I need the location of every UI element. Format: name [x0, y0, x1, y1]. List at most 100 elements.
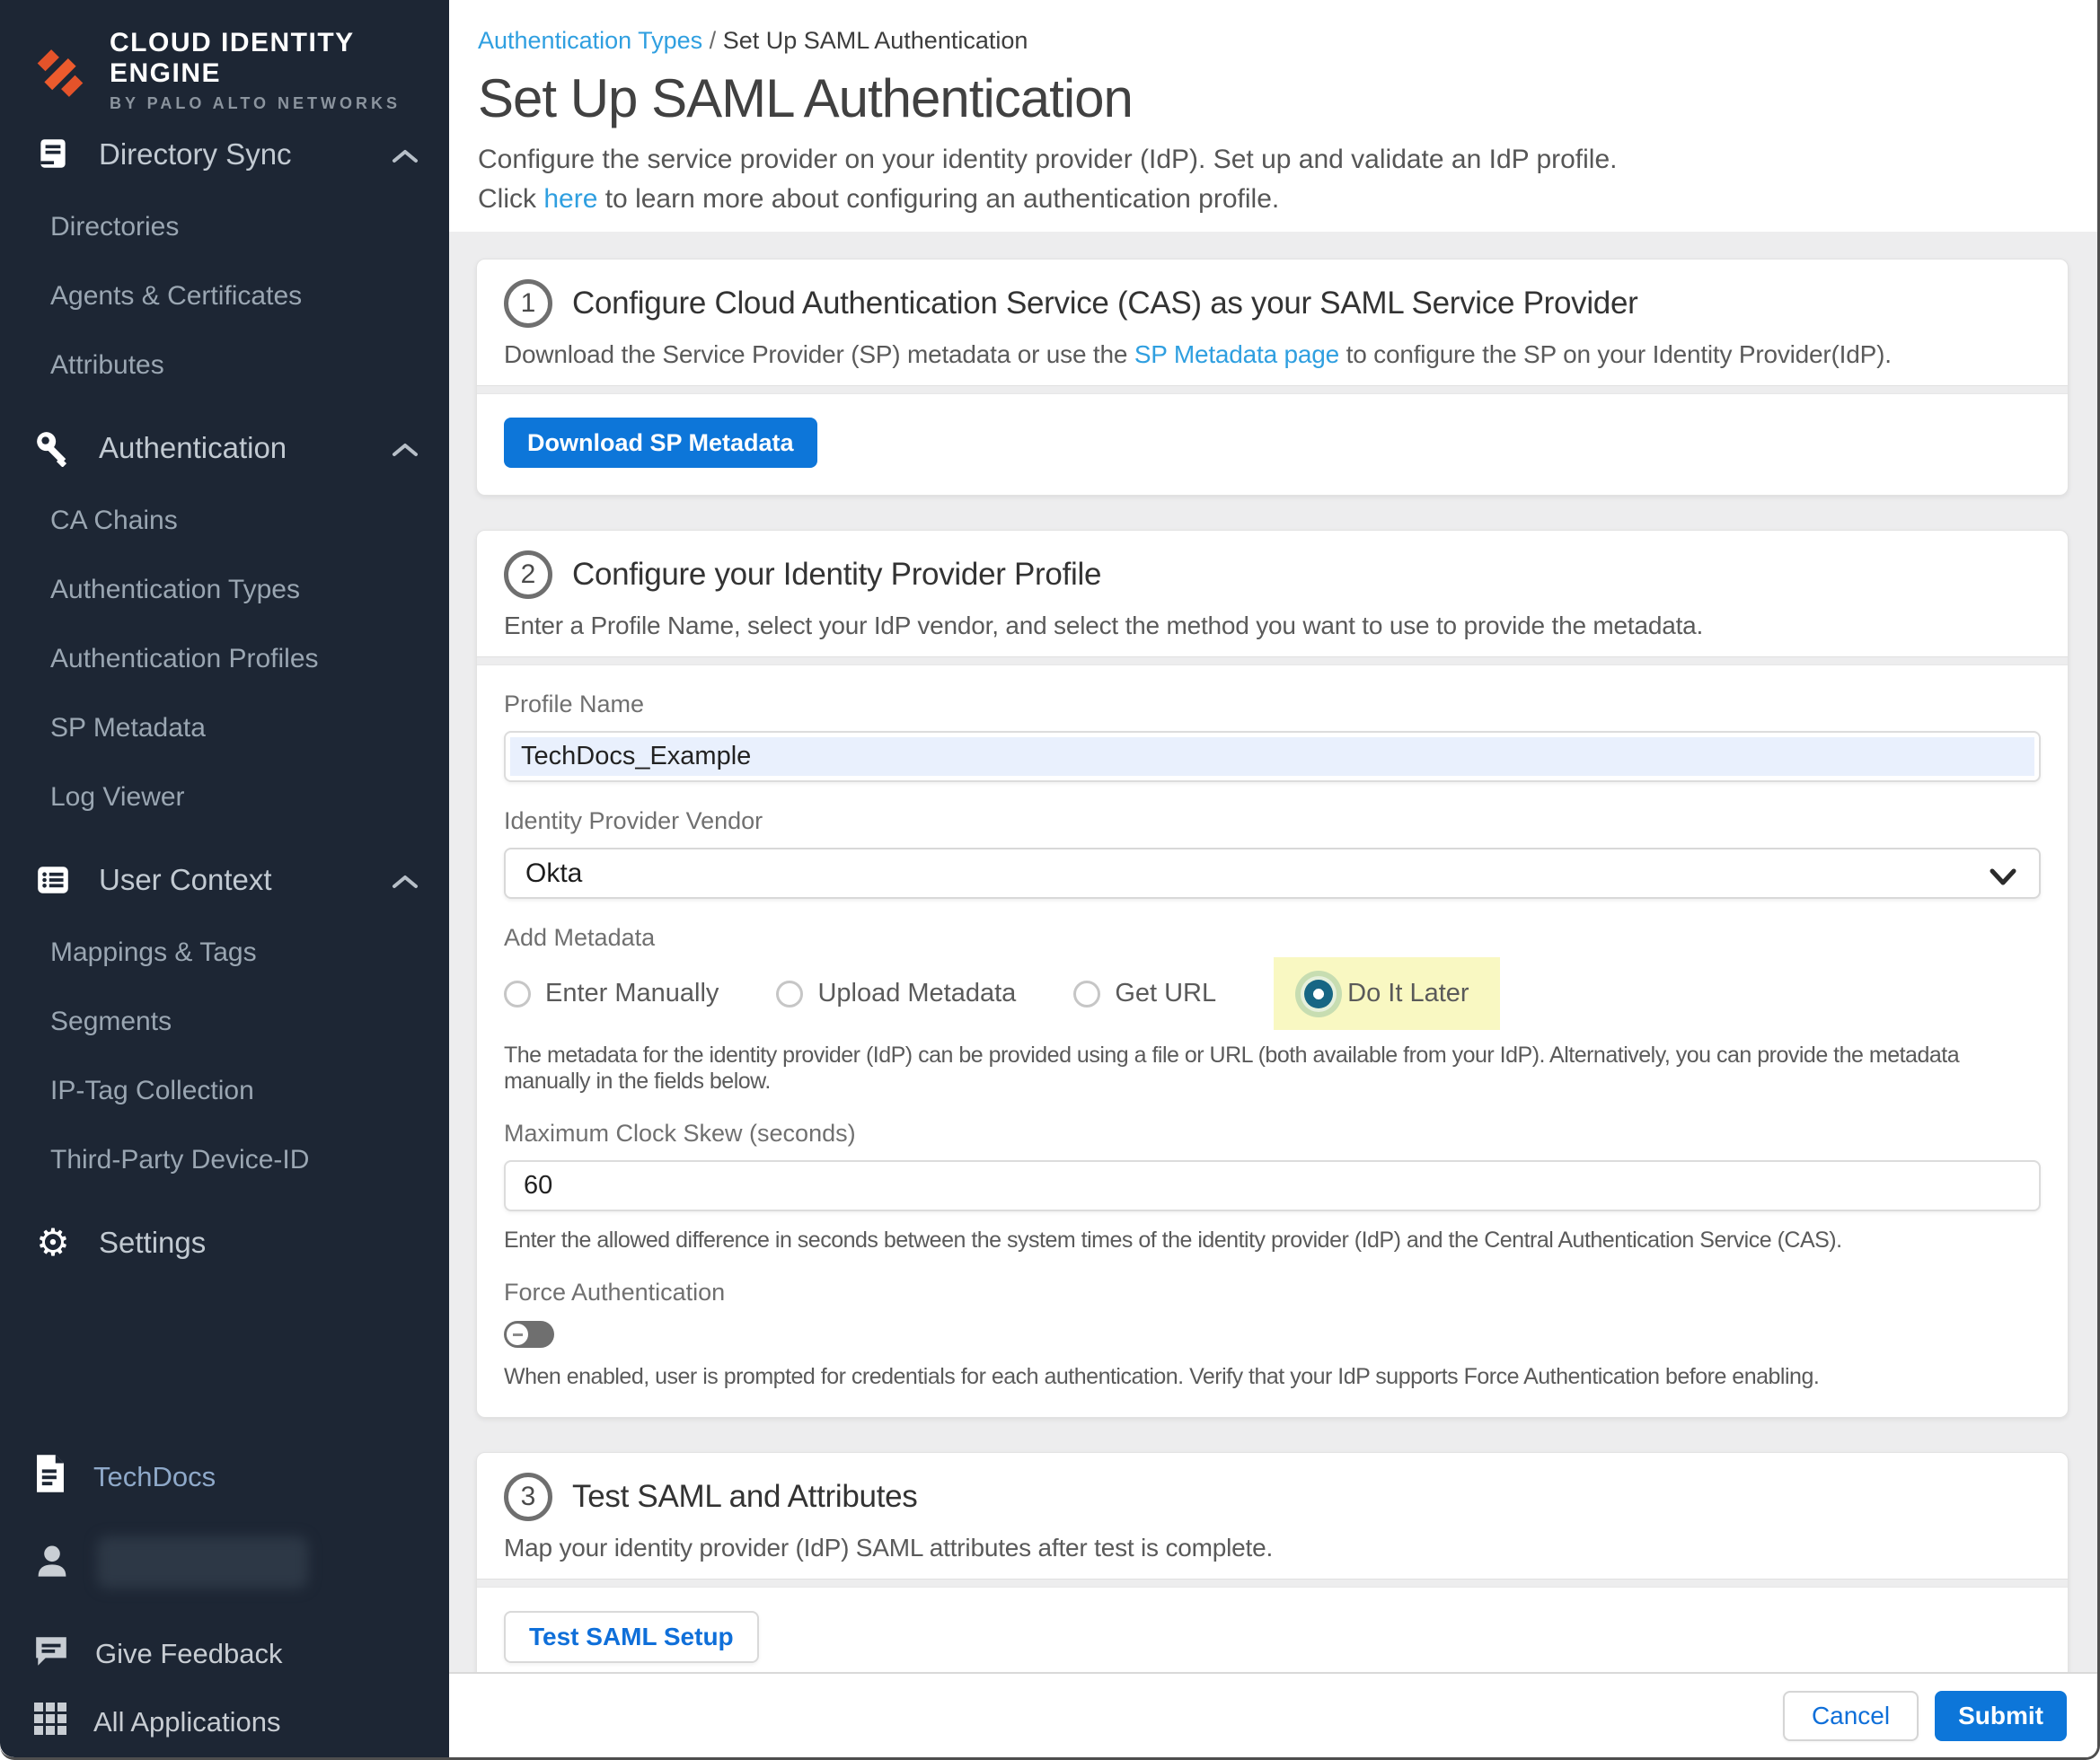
radio-icon	[504, 981, 531, 1008]
key-icon	[32, 429, 74, 467]
force-authentication-hint: When enabled, user is prompted for crede…	[504, 1364, 2041, 1390]
step1-card: 1 Configure Cloud Authentication Service…	[476, 259, 2069, 496]
list-icon	[32, 861, 74, 899]
page-header: Authentication Types / Set Up SAML Authe…	[449, 0, 2097, 232]
sidebar-section-label: Settings	[99, 1226, 419, 1260]
step3-title: Test SAML and Attributes	[572, 1479, 917, 1515]
sidebar-item-attributes[interactable]: Attributes	[0, 330, 449, 400]
step2-card: 2 Configure your Identity Provider Profi…	[476, 530, 2069, 1418]
identity-provider-vendor-field: Identity Provider Vendor Okta	[504, 807, 2041, 899]
breadcrumb-current: Set Up SAML Authentication	[723, 27, 1028, 54]
sidebar-item-authentication-profiles[interactable]: Authentication Profiles	[0, 624, 449, 693]
sidebar-section-directory-sync[interactable]: Directory Sync	[0, 117, 449, 192]
submit-button[interactable]: Submit	[1935, 1691, 2067, 1741]
sidebar-section-settings[interactable]: ⚙ Settings	[0, 1205, 449, 1280]
clock-skew-field: Maximum Clock Skew (seconds) 60 Enter th…	[504, 1120, 2041, 1254]
sidebar-section-authentication[interactable]: Authentication	[0, 410, 449, 486]
sidebar-item-agents-certificates[interactable]: Agents & Certificates	[0, 261, 449, 330]
clock-skew-label: Maximum Clock Skew (seconds)	[504, 1120, 2041, 1148]
sp-metadata-page-link[interactable]: SP Metadata page	[1134, 340, 1339, 368]
step1-number-badge: 1	[504, 279, 552, 328]
clock-skew-input[interactable]: 60	[504, 1160, 2041, 1211]
chevron-up-icon	[392, 137, 419, 172]
profile-name-field: Profile Name TechDocs_Example	[504, 691, 2041, 782]
step3-card: 3 Test SAML and Attributes Map your iden…	[476, 1452, 2069, 1672]
redacted-user-name	[97, 1536, 308, 1588]
step2-number-badge: 2	[504, 550, 552, 599]
step1-description: Download the Service Provider (SP) metad…	[504, 340, 2041, 369]
sidebar-item-techdocs[interactable]: TechDocs	[0, 1446, 449, 1509]
profile-name-label: Profile Name	[504, 691, 2041, 718]
grid-icon	[32, 1701, 68, 1744]
force-authentication-toggle[interactable]	[504, 1321, 554, 1348]
sidebar: CLOUD IDENTITY ENGINE BY PALO ALTO NETWO…	[0, 0, 449, 1757]
sidebar-item-directories[interactable]: Directories	[0, 192, 449, 261]
toggle-knob	[507, 1324, 528, 1345]
document-icon	[32, 1453, 68, 1501]
radio-option-enter-manually[interactable]: Enter Manually	[504, 979, 719, 1008]
test-saml-setup-button[interactable]: Test SAML Setup	[504, 1611, 759, 1663]
force-authentication-field: Force Authentication When enabled, user …	[504, 1279, 2041, 1390]
radio-option-upload-metadata[interactable]: Upload Metadata	[776, 979, 1016, 1008]
radio-selected-icon	[1304, 980, 1333, 1008]
step2-description: Enter a Profile Name, select your IdP ve…	[504, 612, 2041, 640]
sidebar-section-user-context[interactable]: User Context	[0, 842, 449, 918]
identity-provider-vendor-select[interactable]: Okta	[504, 848, 2041, 899]
palo-alto-logo-icon	[31, 39, 90, 102]
radio-option-get-url[interactable]: Get URL	[1073, 979, 1216, 1008]
step3-description: Map your identity provider (IdP) SAML at…	[504, 1534, 2041, 1562]
learn-more-link[interactable]: here	[543, 184, 597, 214]
app-subtitle: BY PALO ALTO NETWORKS	[110, 94, 449, 113]
download-sp-metadata-button[interactable]: Download SP Metadata	[504, 418, 817, 468]
feedback-icon	[32, 1632, 70, 1676]
cancel-button[interactable]: Cancel	[1783, 1691, 1919, 1741]
sidebar-section-label: Directory Sync	[99, 137, 392, 172]
chevron-down-icon	[1989, 864, 2017, 894]
sidebar-section-label: Authentication	[99, 431, 392, 465]
add-metadata-field: Add Metadata Enter Manually Upload Metad…	[504, 924, 2041, 1095]
add-metadata-hint: The metadata for the identity provider (…	[504, 1043, 2041, 1095]
card-divider	[477, 385, 2068, 394]
app-window: CLOUD IDENTITY ENGINE BY PALO ALTO NETWO…	[0, 0, 2100, 1760]
step2-title: Configure your Identity Provider Profile	[572, 557, 1101, 593]
step3-number-badge: 3	[504, 1473, 552, 1521]
force-authentication-label: Force Authentication	[504, 1279, 2041, 1307]
sidebar-item-sp-metadata[interactable]: SP Metadata	[0, 693, 449, 762]
sidebar-section-label: User Context	[99, 863, 392, 897]
sidebar-item-segments[interactable]: Segments	[0, 987, 449, 1056]
sidebar-item-authentication-types[interactable]: Authentication Types	[0, 555, 449, 624]
sidebar-item-user-account[interactable]	[0, 1527, 449, 1598]
sidebar-item-give-feedback[interactable]: Give Feedback	[0, 1624, 449, 1685]
page-title: Set Up SAML Authentication	[478, 67, 2065, 129]
chevron-up-icon	[392, 431, 419, 465]
page-description: Configure the service provider on your i…	[478, 140, 2065, 219]
add-metadata-label: Add Metadata	[504, 924, 2041, 952]
content-area: 1 Configure Cloud Authentication Service…	[449, 232, 2097, 1672]
user-icon	[32, 1541, 72, 1585]
sidebar-item-ca-chains[interactable]: CA Chains	[0, 486, 449, 555]
identity-provider-vendor-label: Identity Provider Vendor	[504, 807, 2041, 835]
breadcrumb: Authentication Types / Set Up SAML Authe…	[478, 27, 2065, 55]
chevron-up-icon	[392, 863, 419, 897]
card-divider	[477, 1579, 2068, 1588]
sidebar-item-mappings-tags[interactable]: Mappings & Tags	[0, 918, 449, 987]
radio-icon	[776, 981, 803, 1008]
gear-icon: ⚙	[32, 1224, 74, 1262]
sidebar-item-ip-tag-collection[interactable]: IP-Tag Collection	[0, 1056, 449, 1125]
clock-skew-hint: Enter the allowed difference in seconds …	[504, 1228, 2041, 1254]
app-title: CLOUD IDENTITY ENGINE	[110, 28, 449, 89]
step1-title: Configure Cloud Authentication Service (…	[572, 286, 1638, 321]
radio-option-do-it-later[interactable]: Do It Later	[1274, 957, 1499, 1030]
sidebar-item-all-applications[interactable]: All Applications	[0, 1692, 449, 1753]
action-bar: Cancel Submit	[449, 1672, 2097, 1757]
add-metadata-radio-group: Enter Manually Upload Metadata Get URL	[504, 957, 2041, 1030]
radio-icon	[1073, 981, 1100, 1008]
sidebar-item-third-party-device-id[interactable]: Third-Party Device-ID	[0, 1125, 449, 1194]
card-divider	[477, 656, 2068, 665]
app-logo: CLOUD IDENTITY ENGINE BY PALO ALTO NETWO…	[0, 0, 449, 117]
profile-name-input[interactable]: TechDocs_Example	[504, 731, 2041, 782]
sidebar-item-log-viewer[interactable]: Log Viewer	[0, 762, 449, 832]
main-area: Authentication Types / Set Up SAML Authe…	[449, 0, 2097, 1757]
book-icon	[32, 136, 74, 173]
breadcrumb-link-authentication-types[interactable]: Authentication Types	[478, 27, 702, 54]
